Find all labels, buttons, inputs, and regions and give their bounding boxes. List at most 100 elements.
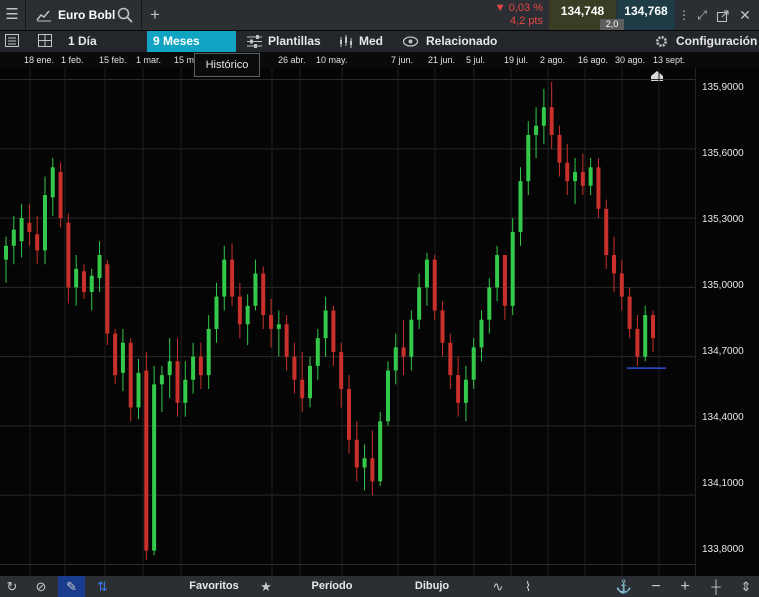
candle — [643, 305, 648, 362]
block-icon[interactable]: ⊘ — [28, 576, 54, 597]
candle — [66, 213, 71, 304]
bottom-toolbar: ↻ ⊘ ✎ ⇅ Favoritos ★ Período Dibujo ∿ ⌇ ⚓… — [0, 576, 759, 597]
price-chart[interactable] — [0, 68, 695, 576]
candle — [175, 338, 180, 417]
price-label: 135,9000 — [702, 82, 744, 93]
candle — [128, 338, 133, 422]
candle — [440, 301, 445, 357]
candle — [300, 352, 305, 413]
candle — [74, 255, 79, 306]
date-label: 19 jul. — [504, 55, 529, 65]
price-label: 134,4000 — [702, 412, 744, 423]
anchor-icon[interactable]: ⚓ — [612, 576, 636, 597]
menu-icon[interactable]: ☰ — [0, 0, 24, 30]
date-label: 15 feb. — [99, 55, 127, 65]
candle — [237, 282, 242, 339]
interval-selector[interactable]: 1 Día — [68, 31, 97, 52]
date-label: 1 feb. — [61, 55, 84, 65]
candle — [627, 287, 632, 339]
indicator-icon — [339, 34, 355, 49]
candle — [245, 294, 250, 346]
candle — [588, 158, 593, 195]
candle — [50, 158, 55, 216]
close-icon[interactable]: ✕ — [737, 0, 753, 30]
candle — [144, 352, 149, 560]
candle — [378, 412, 383, 486]
candle — [417, 273, 422, 329]
favorites-button[interactable]: Favoritos — [182, 576, 246, 597]
candle — [191, 342, 196, 394]
candle — [471, 338, 476, 389]
crosshair-icon[interactable]: ┼ — [704, 576, 728, 597]
candle — [136, 358, 141, 419]
related-button[interactable]: Relacionado — [426, 31, 497, 52]
candle — [183, 361, 188, 417]
candle — [612, 236, 617, 292]
zoom-in-icon[interactable]: + — [673, 576, 697, 597]
list-icon[interactable] — [5, 34, 20, 48]
candle — [167, 338, 172, 399]
candle — [518, 167, 523, 246]
candle — [370, 430, 375, 496]
candle — [565, 144, 570, 195]
settings-button[interactable]: Configuración — [676, 31, 757, 52]
popout-icon[interactable] — [717, 9, 729, 22]
instrument-title[interactable]: Euro Bobl — [58, 8, 115, 22]
ask-price-button[interactable]: 134,768 — [617, 0, 675, 30]
star-icon[interactable]: ★ — [255, 576, 277, 597]
candle — [97, 241, 102, 292]
indicator-button[interactable]: Med — [359, 31, 383, 52]
chart-toolbar: 1 Día 9 Meses Plantillas Med Relacionado… — [0, 31, 759, 52]
fit-icon[interactable]: ⇕ — [734, 576, 758, 597]
bid-price: 134,748 — [560, 4, 605, 18]
refresh-icon[interactable]: ↻ — [0, 576, 24, 597]
gear-icon — [654, 34, 669, 49]
change-box: ▼ 0,03 % 4,2 pts — [486, 0, 547, 30]
candle — [89, 268, 94, 311]
candle — [385, 361, 390, 426]
price-label: 134,1000 — [702, 478, 744, 489]
candle — [58, 162, 63, 228]
date-label: 1 mar. — [136, 55, 162, 65]
ask-price: 134,768 — [624, 4, 668, 18]
candle — [456, 356, 461, 417]
candle — [339, 342, 344, 408]
candle — [42, 176, 47, 265]
candle — [35, 215, 40, 265]
price-label: 135,6000 — [702, 148, 744, 159]
more-icon[interactable]: ⋮ — [677, 0, 691, 30]
candle — [253, 259, 258, 311]
candle — [362, 444, 367, 491]
candle — [409, 310, 414, 371]
candle — [308, 356, 313, 408]
candle — [152, 365, 157, 556]
grid-layout-icon[interactable] — [38, 34, 53, 48]
expand-icon[interactable]: ⤢ — [694, 0, 710, 30]
candle — [463, 365, 468, 422]
price-axis — [695, 68, 759, 576]
drawing-button[interactable]: Dibujo — [402, 576, 462, 597]
date-label: 5 jul. — [466, 55, 486, 65]
candle — [651, 310, 655, 353]
range-selector[interactable]: 9 Meses — [147, 31, 236, 52]
candle — [354, 421, 359, 482]
date-label: 7 jun. — [391, 55, 414, 65]
candle — [487, 278, 492, 334]
sort-icon[interactable]: ⇅ — [89, 576, 116, 597]
candle — [495, 245, 500, 302]
zoom-out-icon[interactable]: − — [644, 576, 668, 597]
freehand-tool-icon[interactable]: ⌇ — [516, 576, 540, 597]
candle — [526, 121, 531, 195]
templates-button[interactable]: Plantillas — [268, 31, 321, 52]
add-tab-icon[interactable]: + — [146, 0, 164, 30]
candle — [346, 375, 351, 454]
candle — [323, 296, 328, 357]
search-icon[interactable] — [117, 7, 133, 23]
period-button[interactable]: Período — [300, 576, 364, 597]
curve-tool-icon[interactable]: ∿ — [486, 576, 510, 597]
candle — [4, 236, 8, 283]
pencil-icon[interactable]: ✎ — [58, 576, 85, 597]
candle — [393, 333, 398, 385]
price-label: 135,3000 — [702, 214, 744, 225]
date-label: 2 ago. — [540, 55, 566, 65]
